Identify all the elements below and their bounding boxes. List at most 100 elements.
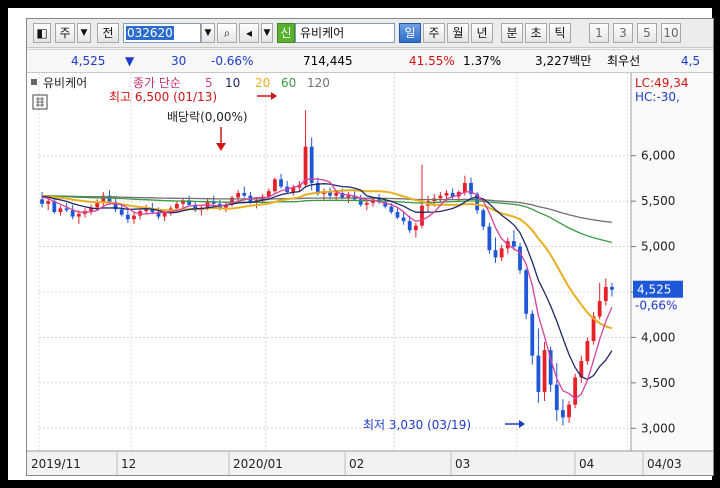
candle-body bbox=[413, 225, 418, 231]
legend-stock-name: 유비케어 bbox=[43, 76, 87, 90]
candle-body bbox=[236, 192, 241, 198]
candle-body bbox=[95, 202, 100, 208]
x-tick-label: 04/03 bbox=[647, 457, 682, 471]
candle-body bbox=[401, 217, 406, 222]
candle-body bbox=[407, 221, 412, 231]
interval-button-1[interactable]: 1 bbox=[589, 23, 609, 43]
best-quote-value: 4,5 bbox=[681, 54, 701, 68]
stock-name-field[interactable]: 유비케어 bbox=[295, 23, 395, 43]
chevron-down-icon[interactable]: ▼ bbox=[77, 23, 91, 43]
best-quote-label: 최우선 bbox=[607, 54, 641, 68]
period-button-2[interactable]: 월 bbox=[447, 23, 469, 43]
candle-body bbox=[309, 146, 314, 183]
candle-body bbox=[420, 205, 424, 226]
screenshot-frame: ◧ 주 ▼ 전 032620 ▼ ⌕ ◂ ▼ 신 유비케어 일주월년분초틱 13… bbox=[6, 6, 714, 482]
period-button-4[interactable]: 분 bbox=[501, 23, 523, 43]
dividend-annotation: 배당락(0,00%) bbox=[167, 110, 248, 124]
period-button-0[interactable]: 일 bbox=[399, 23, 421, 43]
candle-body bbox=[40, 199, 44, 204]
x-tick-label: 03 bbox=[455, 457, 470, 471]
legend-ma-5: 5 bbox=[205, 76, 213, 90]
period-button-6[interactable]: 틱 bbox=[549, 23, 571, 43]
x-tick-label: 12 bbox=[121, 457, 136, 471]
period-button-5[interactable]: 초 bbox=[525, 23, 547, 43]
y-tick-label: 3,500 bbox=[641, 376, 675, 390]
candlestick-chart[interactable]: 6,0005,5005,0004,5004,0003,5003,0002019/… bbox=[27, 73, 714, 476]
high-annotation: 최고 6,500 (01/13) bbox=[109, 90, 217, 104]
turnover-ratio: 1.37% bbox=[463, 54, 502, 68]
legend-series-label: 종가 단순 bbox=[133, 76, 181, 90]
speaker-icon[interactable]: ◂ bbox=[239, 23, 259, 43]
y-tick-label: 5,000 bbox=[641, 240, 675, 254]
toolbar: ◧ 주 ▼ 전 032620 ▼ ⌕ ◂ ▼ 신 유비케어 일주월년분초틱 13… bbox=[27, 19, 713, 48]
stock-code-input[interactable]: 032620 bbox=[123, 23, 201, 43]
price-info-bar: 4,525 ▼ 30 -0.66% 714,445 41.55% 1.37% 3… bbox=[27, 49, 713, 73]
candle-body bbox=[585, 341, 590, 362]
candle-body bbox=[395, 212, 400, 218]
prev-button[interactable]: 전 bbox=[97, 23, 119, 43]
current-price: 4,525 bbox=[71, 54, 106, 68]
candle-body bbox=[610, 286, 614, 290]
legend-bullet-icon bbox=[31, 79, 37, 85]
chart-background bbox=[27, 73, 713, 475]
candle-body bbox=[524, 270, 529, 314]
candle-body bbox=[597, 301, 602, 317]
chart-area[interactable]: 6,0005,5005,0004,5004,0003,5003,0002019/… bbox=[27, 73, 714, 476]
legend-ma-20: 20 bbox=[255, 76, 270, 90]
search-icon[interactable]: ⌕ bbox=[217, 23, 237, 43]
candle-body bbox=[119, 209, 124, 215]
x-tick-label: 02 bbox=[349, 457, 364, 471]
candle-body bbox=[162, 212, 167, 217]
candle-body bbox=[364, 202, 369, 205]
trade-amount: 3,227백만 bbox=[535, 54, 592, 68]
interval-button-10[interactable]: 10 bbox=[661, 23, 681, 43]
candle-body bbox=[174, 203, 179, 209]
period-button-1[interactable]: 주 bbox=[423, 23, 445, 43]
candle-body bbox=[334, 192, 339, 196]
candle-body bbox=[554, 384, 559, 411]
code-dropdown-chevron-icon[interactable]: ▼ bbox=[201, 23, 215, 43]
candle-body bbox=[70, 210, 75, 217]
candle-body bbox=[567, 404, 571, 418]
y-tick-label: 3,000 bbox=[641, 421, 675, 435]
candle-body bbox=[64, 208, 69, 211]
speaker-dropdown-icon[interactable]: ▼ bbox=[261, 23, 273, 43]
interval-button-5[interactable]: 5 bbox=[637, 23, 657, 43]
candle-body bbox=[346, 195, 351, 198]
candle-body bbox=[444, 192, 449, 196]
volume-ratio: 41.55% bbox=[409, 54, 455, 68]
candle-body bbox=[132, 215, 136, 220]
candle-body bbox=[573, 377, 578, 405]
candle-body bbox=[536, 355, 541, 392]
interval-button-3[interactable]: 3 bbox=[613, 23, 633, 43]
candle-body bbox=[76, 213, 81, 217]
candle-body bbox=[438, 195, 443, 199]
period-button-3[interactable]: 년 bbox=[471, 23, 493, 43]
legend-ma-120: 120 bbox=[307, 76, 330, 90]
y-tick-label: 6,000 bbox=[641, 149, 675, 163]
candle-body bbox=[518, 246, 522, 271]
candle-body bbox=[279, 179, 283, 187]
candle-body bbox=[481, 210, 486, 227]
candle-body bbox=[487, 226, 492, 251]
candle-body bbox=[46, 201, 51, 204]
layout-icon[interactable]: ◧ bbox=[33, 23, 51, 43]
candle-body bbox=[125, 214, 130, 220]
candle-body bbox=[530, 313, 535, 356]
candle-body bbox=[542, 350, 547, 392]
down-arrow-icon: ▼ bbox=[125, 54, 135, 68]
new-badge: 신 bbox=[277, 23, 295, 43]
stock-type-button[interactable]: 주 bbox=[55, 23, 75, 43]
candle-body bbox=[499, 248, 504, 258]
change-percent: -0.66% bbox=[211, 54, 254, 68]
last-price-label: 4,525 bbox=[637, 283, 671, 297]
legend-ma-60: 60 bbox=[281, 76, 296, 90]
candle-body bbox=[273, 179, 277, 192]
candle-body bbox=[561, 410, 565, 418]
last-change-label: -0,66% bbox=[635, 299, 677, 313]
candle-body bbox=[58, 208, 63, 213]
candle-body bbox=[511, 241, 516, 247]
price-change: 30 bbox=[171, 54, 187, 68]
chart-window: ◧ 주 ▼ 전 032620 ▼ ⌕ ◂ ▼ 신 유비케어 일주월년분초틱 13… bbox=[26, 18, 714, 476]
volume: 714,445 bbox=[303, 54, 353, 68]
